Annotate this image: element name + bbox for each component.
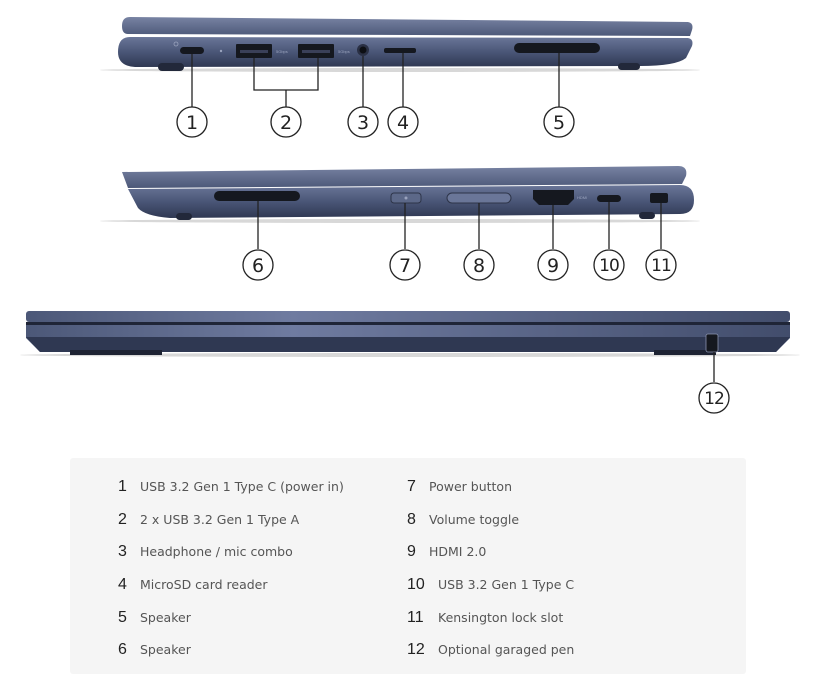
legend-number: 2: [118, 511, 127, 528]
legend-label: Volume toggle: [429, 512, 520, 527]
legend-label: Speaker: [140, 610, 191, 625]
callout-number: 5: [553, 112, 565, 134]
callout-number: 9: [547, 255, 559, 277]
legend-item: 12 Optional garaged pen: [407, 641, 574, 659]
legend-number: 6: [118, 641, 127, 658]
legend-label: Kensington lock slot: [438, 610, 564, 625]
callout-number: 4: [397, 112, 409, 134]
base-bottom: [26, 337, 790, 352]
usb-c-port: [597, 195, 621, 202]
legend-panel: 1 USB 3.2 Gen 1 Type C (power in) 2 2 x …: [70, 458, 746, 674]
foot: [70, 350, 162, 355]
legend-number: 5: [118, 609, 127, 626]
legend-item: 11 Kensington lock slot: [407, 609, 563, 627]
legend-number: 10: [407, 576, 425, 593]
legend-number: 12: [407, 641, 425, 658]
hinge-gap: [26, 322, 790, 325]
legend-number: 7: [407, 478, 416, 495]
legend-item: 2 2 x USB 3.2 Gen 1 Type A: [118, 511, 299, 529]
callout-number: 6: [252, 255, 264, 277]
legend-item: 9 HDMI 2.0: [407, 543, 486, 561]
callout-number: 1: [186, 112, 198, 134]
usb-a-speed-label: 5Gbps: [338, 49, 350, 54]
legend-label: USB 3.2 Gen 1 Type C: [438, 577, 575, 592]
legend-label: MicroSD card reader: [140, 577, 268, 592]
right-side-view: HDMI: [100, 166, 700, 223]
legend-item: 4 MicroSD card reader: [118, 576, 268, 594]
legend-number: 3: [118, 543, 127, 560]
volume-rocker: [446, 192, 512, 204]
speaker-grille: [514, 43, 600, 53]
usb-a-tongue: [240, 50, 268, 53]
legend-number: 1: [118, 478, 127, 495]
foot: [158, 63, 184, 71]
legend-number: 9: [407, 543, 416, 560]
callout-number: 7: [399, 255, 411, 277]
usb-c-port: [180, 47, 204, 54]
led-indicator: [219, 49, 223, 53]
callout-number: 8: [473, 255, 485, 277]
legend-number: 11: [407, 609, 424, 626]
speaker-grille: [214, 191, 300, 201]
callout-number: 2: [280, 112, 292, 134]
legend-item: 10 USB 3.2 Gen 1 Type C: [407, 576, 574, 594]
callout-number: 3: [357, 112, 369, 134]
legend-label: Optional garaged pen: [438, 642, 575, 657]
callout-number: 12: [704, 389, 724, 409]
kensington-slot: [650, 193, 668, 203]
front-view: [20, 311, 800, 357]
microsd-slot: [384, 48, 416, 53]
legend-item: 1 USB 3.2 Gen 1 Type C (power in): [118, 478, 344, 496]
legend-item: 8 Volume toggle: [407, 511, 519, 529]
legend-item: 3 Headphone / mic combo: [118, 543, 293, 561]
usb-a-speed-label: 5Gbps: [276, 49, 288, 54]
foot: [176, 213, 192, 220]
foot: [639, 212, 655, 219]
garaged-pen-slot: [705, 333, 719, 353]
legend-number: 8: [407, 511, 416, 528]
shadow: [100, 68, 700, 72]
legend-label: Speaker: [140, 642, 191, 657]
legend-label: Power button: [429, 479, 512, 494]
usb-a-tongue: [302, 50, 330, 53]
power-button-dot: [404, 196, 408, 200]
legend-label: Headphone / mic combo: [140, 544, 293, 559]
legend-item: 5 Speaker: [118, 609, 191, 627]
foot: [618, 63, 640, 70]
laptop-ports-diagram: 5Gbps 5Gbps HDMI 1 2 3 4 5 6 7 8 9 10 11…: [20, 17, 800, 414]
audio-jack-hole: [359, 46, 367, 54]
legend-item: 7 Power button: [407, 478, 512, 496]
lid: [122, 17, 693, 36]
legend-label: 2 x USB 3.2 Gen 1 Type A: [140, 512, 300, 527]
legend-item: 6 Speaker: [118, 641, 191, 659]
callout-number: 10: [599, 256, 619, 276]
hdmi-label: HDMI: [577, 195, 587, 200]
legend-number: 4: [118, 576, 127, 593]
legend-label: HDMI 2.0: [429, 544, 487, 559]
legend-label: USB 3.2 Gen 1 Type C (power in): [140, 479, 344, 494]
lid: [122, 166, 687, 188]
left-side-view: 5Gbps 5Gbps: [100, 17, 700, 72]
hdmi-port: [533, 190, 574, 205]
lid: [26, 311, 790, 322]
callout-number: 11: [651, 256, 671, 276]
